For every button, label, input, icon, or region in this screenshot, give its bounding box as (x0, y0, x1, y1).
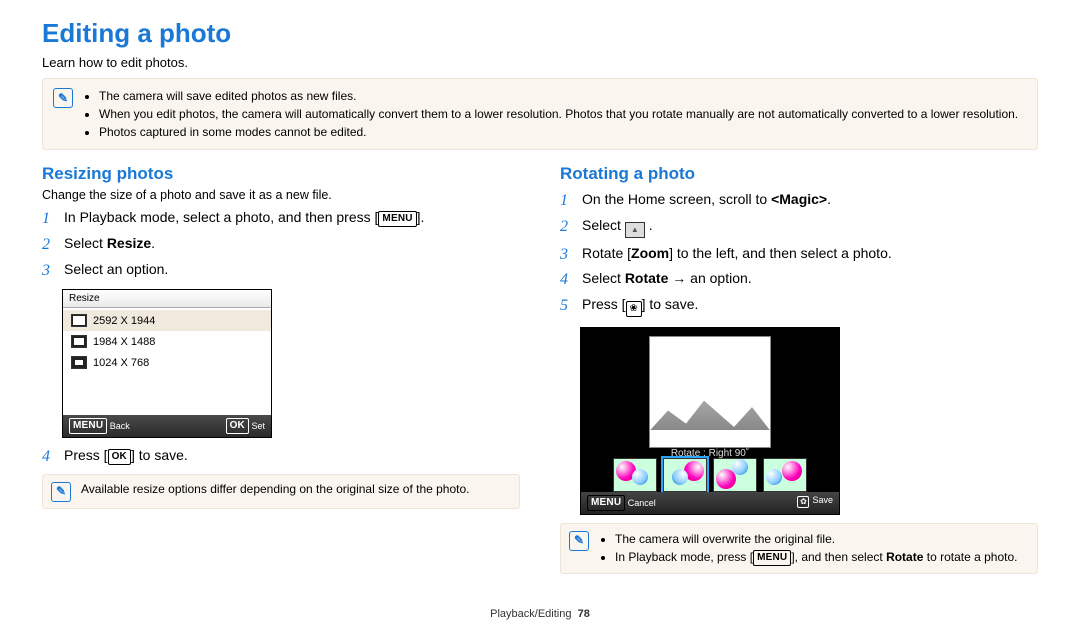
edit-photo-icon (625, 222, 645, 238)
resize-back[interactable]: MENU Back (69, 418, 130, 434)
rotate-step-1: On the Home screen, scroll to <Magic>. (560, 190, 1038, 210)
page: Editing a photo Learn how to edit photos… (0, 0, 1080, 630)
top-note: The camera will save edited photos as ne… (99, 88, 1018, 105)
resize-step-3: Select an option. (42, 260, 520, 280)
ok-button-icon: OK (108, 449, 131, 465)
resize-note: Available resize options differ dependin… (81, 481, 470, 498)
rotating-heading: Rotating a photo (560, 164, 1038, 184)
size-icon (71, 356, 87, 369)
resizing-heading: Resizing photos (42, 164, 520, 184)
rotating-steps: On the Home screen, scroll to <Magic>. S… (560, 190, 1038, 316)
resize-option[interactable]: 2592 X 1944 (63, 310, 271, 331)
page-subtitle: Learn how to edit photos. (42, 55, 1038, 70)
rotate-note: The camera will overwrite the original f… (615, 531, 1017, 548)
top-note: Photos captured in some modes cannot be … (99, 124, 1018, 141)
top-note: When you edit photos, the camera will au… (99, 106, 1018, 123)
rotate-step-4: Select Rotate → an option. (560, 269, 1038, 289)
page-title: Editing a photo (42, 18, 1038, 49)
resize-step-1: In Playback mode, select a photo, and th… (42, 208, 520, 228)
macro-button-icon: ❀ (626, 301, 642, 317)
size-icon (71, 314, 87, 327)
info-icon: ✎ (51, 482, 71, 502)
ok-button-icon: OK (226, 418, 249, 434)
menu-button-icon: MENU (378, 211, 416, 227)
resize-step-2: Select Resize. (42, 234, 520, 254)
rotate-note-callout: ✎ The camera will overwrite the original… (560, 523, 1038, 574)
resize-menu-title: Resize (63, 290, 271, 308)
resizing-steps-cont: Press [OK] to save. (42, 446, 520, 466)
rotate-thumb[interactable] (613, 458, 657, 492)
top-note-callout: ✎ The camera will save edited photos as … (42, 78, 1038, 150)
resizing-intro: Change the size of a photo and save it a… (42, 188, 520, 202)
resizing-steps: In Playback mode, select a photo, and th… (42, 208, 520, 279)
rotate-thumb[interactable] (663, 458, 707, 492)
top-notes-list: The camera will save edited photos as ne… (83, 87, 1018, 141)
resize-set[interactable]: OK Set (226, 418, 265, 434)
resize-menu-screenshot: Resize 2592 X 1944 1984 X 1488 1024 X 76… (62, 289, 272, 438)
rotate-note: In Playback mode, press [MENU], and then… (615, 549, 1017, 566)
resize-option[interactable]: 1024 X 768 (63, 352, 271, 373)
right-column: Rotating a photo On the Home screen, scr… (560, 164, 1038, 573)
left-column: Resizing photos Change the size of a pho… (42, 164, 520, 573)
size-icon (71, 335, 87, 348)
resize-option[interactable]: 1984 X 1488 (63, 331, 271, 352)
rotate-cancel[interactable]: MENU Cancel (587, 495, 656, 511)
rotate-screenshot: Rotate : Right 90˚ MENU Cancel ✿Save (580, 327, 840, 515)
rotate-step-5: Press [❀] to save. (560, 295, 1038, 317)
rotate-thumbs (613, 458, 807, 492)
resize-note-callout: ✎ Available resize options differ depend… (42, 474, 520, 509)
page-footer: Playback/Editing 78 (0, 608, 1080, 620)
info-icon: ✎ (53, 88, 73, 108)
menu-button-icon: MENU (753, 550, 791, 566)
info-icon: ✎ (569, 531, 589, 551)
save-icon: ✿ (797, 496, 809, 508)
rotate-save[interactable]: ✿Save (797, 495, 833, 511)
rotate-notes-list: The camera will overwrite the original f… (599, 530, 1017, 567)
rotate-thumb[interactable] (713, 458, 757, 492)
rotate-main-image (649, 336, 771, 448)
resize-step-4: Press [OK] to save. (42, 446, 520, 466)
menu-button-icon: MENU (69, 418, 107, 434)
menu-button-icon: MENU (587, 495, 625, 511)
rotate-step-3: Rotate [Zoom] to the left, and then sele… (560, 244, 1038, 264)
rotate-thumb[interactable] (763, 458, 807, 492)
rotate-step-2: Select . (560, 216, 1038, 238)
